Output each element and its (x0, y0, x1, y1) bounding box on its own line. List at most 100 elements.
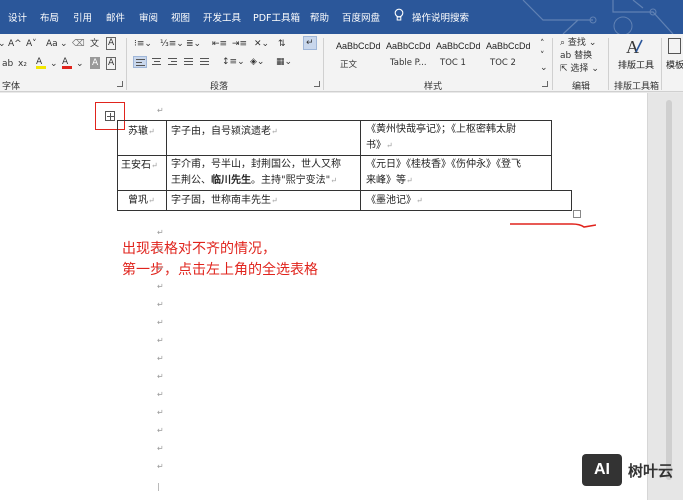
watermark: AI 树叶云 (580, 452, 680, 492)
replace-button[interactable]: ab 替换 (560, 50, 592, 62)
font-color-icon[interactable]: A (62, 56, 72, 69)
find-button[interactable]: ⌕ 查找 ⌄ (560, 37, 596, 49)
align-left-button[interactable] (133, 56, 147, 68)
align-center-button[interactable] (150, 56, 164, 68)
clear-format-icon[interactable]: ⌫ (72, 38, 85, 50)
table-cell[interactable]: 《墨池记》↵ (366, 191, 566, 210)
paragraph-dialog-launcher[interactable] (314, 81, 320, 87)
chevron-down-icon[interactable]: ⌄ (50, 58, 58, 70)
template-button[interactable]: 模板 (666, 36, 683, 76)
increase-indent-icon[interactable]: ⇥≡ (232, 38, 247, 50)
sort-icon[interactable]: ⇅ (278, 38, 286, 50)
misalignment-underline (510, 223, 596, 228)
table-cell[interactable]: 《黄州快哉亭记》；《上枢密韩太尉 书》↵ (366, 122, 550, 154)
select-button[interactable]: ⇱ 选择 ⌄ (560, 63, 599, 75)
show-marks-icon[interactable]: ↵ (303, 36, 317, 50)
font-group-label: 字体 (2, 82, 21, 92)
svg-text:A: A (626, 37, 639, 56)
tab-review[interactable]: 审阅 (139, 10, 158, 24)
circuit-decoration (522, 0, 674, 34)
chevron-down-icon[interactable]: ⌄ (76, 58, 84, 70)
table-select-all-handle[interactable] (105, 111, 115, 121)
tab-design[interactable]: 设计 (8, 10, 27, 24)
tell-me-search[interactable]: 操作说明搜索 (412, 10, 469, 24)
strikethrough-icon[interactable]: ab (2, 58, 13, 70)
text-cursor: | (157, 482, 160, 491)
paragraph-mark: ↵ (157, 444, 164, 453)
table-cell[interactable]: 字子由，自号颍滨遗老↵ (171, 122, 359, 141)
paragraph-group-label: 段落 (210, 82, 229, 92)
paragraph-mark: ↵ (157, 264, 164, 273)
table-cell[interactable]: 字介甫，号半山，封荆国公，世人又称 王荆公、临川先生。主持"熙宁变法"↵ (171, 157, 359, 189)
table-cell[interactable]: 苏辙↵ (128, 122, 166, 141)
paragraph-mark: ↵ (157, 390, 164, 399)
bullets-icon[interactable]: ⁝≡⌄ (134, 38, 152, 50)
tab-help[interactable]: 帮助 (310, 10, 329, 24)
style-table-p[interactable]: AaBbCcDd Table P... (386, 38, 436, 72)
layout-tools-button[interactable]: A 排版工具 (614, 36, 654, 76)
table-cell[interactable]: 《元日》《桂枝香》《伤仲永》《登飞 来峰》等↵ (366, 157, 550, 189)
subscript-icon[interactable]: x₂ (18, 58, 27, 70)
annotation-line-1: 出现表格对不齐的情况， (122, 241, 276, 257)
group-separator (661, 38, 662, 90)
paragraph-mark: ↵ (157, 246, 164, 255)
table-cell[interactable]: 字子固，世称南丰先生↵ (171, 191, 359, 210)
change-case-button[interactable]: Aa (46, 38, 58, 50)
styles-scroll-down-icon[interactable]: ˅ (540, 50, 545, 62)
phonetic-guide-icon[interactable]: 文 (90, 38, 99, 50)
paragraph-mark: ↵ (157, 282, 164, 291)
tab-layout[interactable]: 布局 (40, 10, 59, 24)
font-size-dropdown[interactable]: ⌄ (0, 38, 6, 50)
style-toc2[interactable]: AaBbCcDd TOC 2 (486, 38, 536, 72)
multilevel-list-icon[interactable]: ≣⌄ (186, 38, 201, 50)
tab-references[interactable]: 引用 (73, 10, 92, 24)
borders-icon[interactable]: ▦⌄ (276, 56, 292, 68)
line-spacing-icon[interactable]: ↕≡⌄ (222, 56, 245, 68)
cursor-icon: ⇱ (560, 64, 568, 74)
tab-baidu-netdisk[interactable]: 百度网盘 (342, 10, 380, 24)
group-separator (552, 38, 553, 90)
table-cell[interactable]: 王安石↵ (121, 156, 165, 175)
tab-view[interactable]: 视图 (171, 10, 190, 24)
styles-more-icon[interactable]: ⌄ (540, 62, 548, 74)
table-cell[interactable]: 曾巩↵ (128, 191, 166, 210)
vertical-scrollbar[interactable] (666, 100, 672, 480)
group-separator (608, 38, 609, 90)
decrease-indent-icon[interactable]: ⇤≡ (212, 38, 227, 50)
styles-dialog-launcher[interactable] (542, 81, 548, 87)
pen-a-icon: A (626, 37, 643, 56)
chevron-down-icon[interactable]: ⌄ (60, 38, 68, 50)
justify-button[interactable] (182, 56, 196, 68)
style-normal[interactable]: AaBbCcDd 正文 (336, 38, 386, 72)
replace-icon: ab (560, 51, 572, 61)
styles-scroll-up-icon[interactable]: ˄ (540, 38, 545, 50)
chinese-layout-icon[interactable]: ✕⌄ (254, 38, 269, 50)
shrink-font-button[interactable]: A˅ (26, 38, 37, 50)
tab-developer[interactable]: 开发工具 (203, 10, 241, 24)
chevron-down-icon: ⌄ (591, 64, 599, 74)
font-dialog-launcher[interactable] (117, 81, 123, 87)
paragraph-mark: ↵ (157, 426, 164, 435)
style-toc1[interactable]: AaBbCcDd TOC 1 (436, 38, 486, 72)
chevron-down-icon: ⌄ (588, 38, 597, 48)
layout-tools-group-label: 排版工具箱 (614, 82, 660, 92)
char-border-icon[interactable]: A (106, 57, 117, 70)
enclose-char-icon[interactable]: A (106, 37, 117, 50)
tab-mailings[interactable]: 邮件 (106, 10, 125, 24)
styles-group-label: 样式 (424, 82, 443, 92)
tab-pdf-toolbox[interactable]: PDF工具箱 (253, 10, 300, 24)
group-separator (323, 38, 324, 90)
shading-icon[interactable]: ◈⌄ (250, 56, 264, 68)
paragraph-mark: ↵ (157, 318, 164, 327)
editing-group-label: 编辑 (572, 82, 591, 92)
ribbon-tab-bar: 设计 布局 引用 邮件 审阅 视图 开发工具 PDF工具箱 帮助 百度网盘 操作… (0, 0, 683, 34)
numbering-icon[interactable]: ⅓≡⌄ (160, 38, 184, 50)
lightbulb-icon (394, 8, 404, 21)
table-resize-handle[interactable] (573, 210, 581, 218)
align-right-button[interactable] (166, 56, 180, 68)
highlight-icon[interactable]: A (36, 56, 46, 69)
grow-font-button[interactable]: A^ (8, 38, 22, 50)
distributed-button[interactable] (198, 56, 212, 68)
ai-logo-icon: AI (582, 454, 622, 486)
char-shading-icon[interactable]: A (90, 57, 101, 69)
